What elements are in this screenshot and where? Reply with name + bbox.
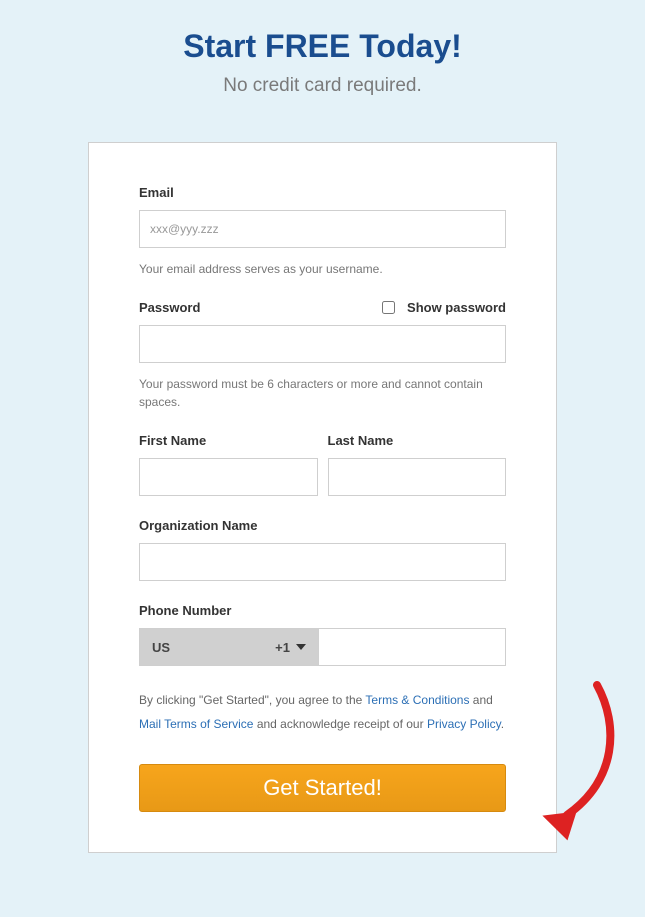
page-title: Start FREE Today! <box>0 0 645 65</box>
country-select-value: US <box>152 640 170 655</box>
first-name-input[interactable] <box>139 458 318 496</box>
country-code: +1 <box>275 640 290 655</box>
name-row: First Name Last Name <box>139 433 506 496</box>
email-helper: Your email address serves as your userna… <box>139 260 506 278</box>
last-name-group: Last Name <box>328 433 507 496</box>
show-password-label: Show password <box>407 300 506 315</box>
phone-group: Phone Number US +1 <box>139 603 506 666</box>
organization-input[interactable] <box>139 543 506 581</box>
last-name-input[interactable] <box>328 458 507 496</box>
country-select[interactable]: US +1 <box>139 628 319 666</box>
get-started-button[interactable]: Get Started! <box>139 764 506 812</box>
last-name-label: Last Name <box>328 433 507 448</box>
terms-suffix: . <box>501 717 504 731</box>
chevron-down-icon <box>296 644 306 650</box>
password-input[interactable] <box>139 325 506 363</box>
organization-label: Organization Name <box>139 518 506 533</box>
password-helper: Your password must be 6 characters or mo… <box>139 375 506 411</box>
terms-mid1: and <box>469 693 492 707</box>
terms-mid2: and acknowledge receipt of our <box>253 717 426 731</box>
phone-label: Phone Number <box>139 603 506 618</box>
privacy-policy-link[interactable]: Privacy Policy <box>427 717 501 731</box>
mail-terms-link[interactable]: Mail Terms of Service <box>139 717 253 731</box>
email-label: Email <box>139 185 506 200</box>
password-label: Password <box>139 300 200 315</box>
terms-text: By clicking "Get Started", you agree to … <box>139 688 506 736</box>
terms-prefix: By clicking "Get Started", you agree to … <box>139 693 365 707</box>
page-subtitle: No credit card required. <box>0 75 645 97</box>
show-password-checkbox[interactable] <box>382 301 395 314</box>
email-input[interactable] <box>139 210 506 248</box>
signup-form-card: Email Your email address serves as your … <box>88 142 557 853</box>
organization-group: Organization Name <box>139 518 506 581</box>
first-name-label: First Name <box>139 433 318 448</box>
email-group: Email Your email address serves as your … <box>139 185 506 278</box>
password-group: Password Show password Your password mus… <box>139 300 506 411</box>
phone-input[interactable] <box>319 628 506 666</box>
first-name-group: First Name <box>139 433 318 496</box>
terms-conditions-link[interactable]: Terms & Conditions <box>365 693 469 707</box>
